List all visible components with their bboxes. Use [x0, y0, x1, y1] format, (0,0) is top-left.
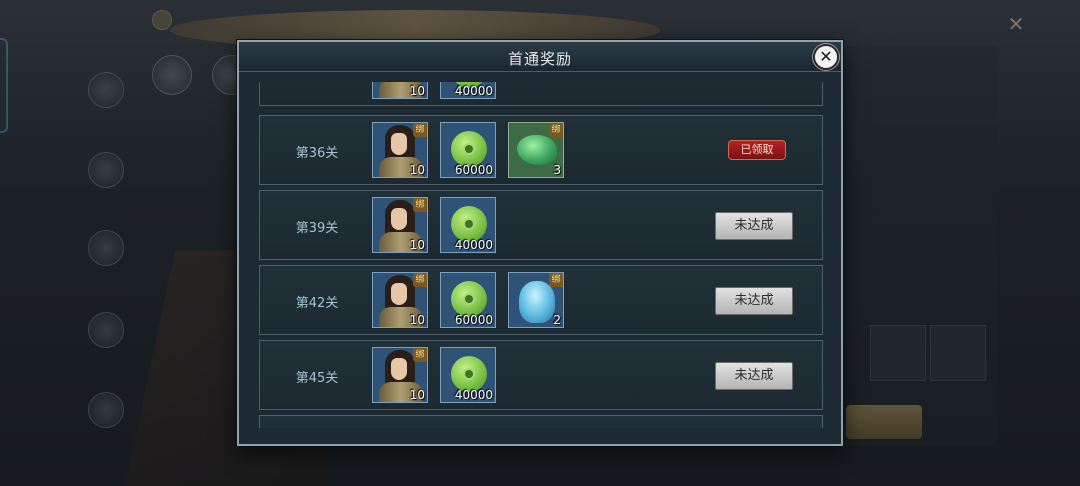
unreached-button[interactable]: 未达成	[715, 212, 793, 240]
reward-list[interactable]: 10 40000 第36关绑 10 60000 绑 3 已领取 第39关绑 10 40000 未达成第…	[259, 82, 823, 428]
background-help-icon	[152, 10, 172, 30]
background-round-icon	[152, 55, 192, 95]
reward-item-slot[interactable]: 40000	[440, 197, 496, 253]
jade-coin-icon	[451, 131, 487, 167]
reward-row: 10 40000	[259, 82, 823, 106]
claimed-badge: 已领取	[728, 140, 786, 160]
item-count: 60000	[454, 163, 493, 177]
item-count: 40000	[454, 388, 493, 402]
background-close-icon: ✕	[1007, 12, 1025, 36]
jade-stone-icon	[517, 135, 557, 165]
blue-crystal-icon	[519, 281, 555, 323]
reward-item-slot[interactable]: 绑2	[508, 272, 564, 328]
first-clear-reward-dialog: 首通奖励 ✕ 10 40000 第36关绑 10 60000 绑 3 已领取 第39关绑 10 40…	[237, 40, 843, 446]
background-side-tab	[0, 38, 8, 133]
bound-tag: 绑	[413, 123, 427, 137]
jade-coin-icon	[451, 206, 487, 242]
background-reward-slot	[930, 325, 986, 381]
bound-tag: 绑	[549, 123, 563, 137]
unreached-button[interactable]: 未达成	[715, 362, 793, 390]
stage-label: 第36关	[295, 146, 339, 161]
background-reward-slot	[870, 325, 926, 381]
item-count: 40000	[454, 84, 493, 98]
background-stage-node	[88, 152, 124, 188]
stage-label: 第39关	[295, 221, 339, 236]
item-count: 10	[409, 84, 425, 98]
stage-label: 第42关	[295, 296, 339, 311]
reward-row	[259, 415, 823, 428]
bound-tag: 绑	[413, 198, 427, 212]
dialog-header: 首通奖励	[239, 42, 841, 72]
reward-row: 第36关绑 10 60000 绑 3 已领取	[259, 115, 823, 185]
bound-tag: 绑	[413, 273, 427, 287]
reward-item-slot[interactable]: 60000	[440, 272, 496, 328]
jade-coin-icon	[451, 356, 487, 392]
reward-item-slot[interactable]: 绑 10	[372, 197, 428, 253]
unreached-button[interactable]: 未达成	[715, 287, 793, 315]
bound-tag: 绑	[413, 348, 427, 362]
reward-item-slot[interactable]: 绑 10	[372, 347, 428, 403]
item-count: 60000	[454, 313, 493, 327]
reward-item-slot[interactable]: 绑 10	[372, 122, 428, 178]
bound-tag: 绑	[549, 273, 563, 287]
reward-row: 第39关 绑 10 40000 未达成	[259, 190, 823, 260]
item-count: 10	[409, 388, 425, 402]
background-stage-node	[88, 72, 124, 108]
reward-item-slot[interactable]: 10	[372, 82, 428, 99]
item-count: 10	[409, 163, 425, 177]
item-count: 40000	[454, 238, 493, 252]
reward-row: 第42关绑 10 60000 绑 2 未达成	[259, 265, 823, 335]
reward-item-slot[interactable]: 绑3	[508, 122, 564, 178]
close-icon: ✕	[819, 47, 833, 66]
reward-item-slot[interactable]: 40000	[440, 82, 496, 99]
reward-item-slot[interactable]: 60000	[440, 122, 496, 178]
reward-item-slot[interactable]: 40000	[440, 347, 496, 403]
jade-coin-icon	[451, 281, 487, 317]
close-button[interactable]: ✕	[813, 44, 839, 70]
background-stage-node	[88, 312, 124, 348]
item-count: 10	[409, 238, 425, 252]
background-stage-node	[88, 230, 124, 266]
reward-item-slot[interactable]: 绑 10	[372, 272, 428, 328]
reward-row: 第45关 绑 10 40000 未达成	[259, 340, 823, 410]
background-info-panel	[840, 46, 998, 446]
item-count: 3	[553, 163, 561, 177]
background-stage-node	[88, 392, 124, 428]
dialog-title: 首通奖励	[507, 50, 572, 68]
stage-label: 第45关	[295, 371, 339, 386]
item-count: 2	[553, 313, 561, 327]
background-action-button	[846, 405, 922, 439]
item-count: 10	[409, 313, 425, 327]
